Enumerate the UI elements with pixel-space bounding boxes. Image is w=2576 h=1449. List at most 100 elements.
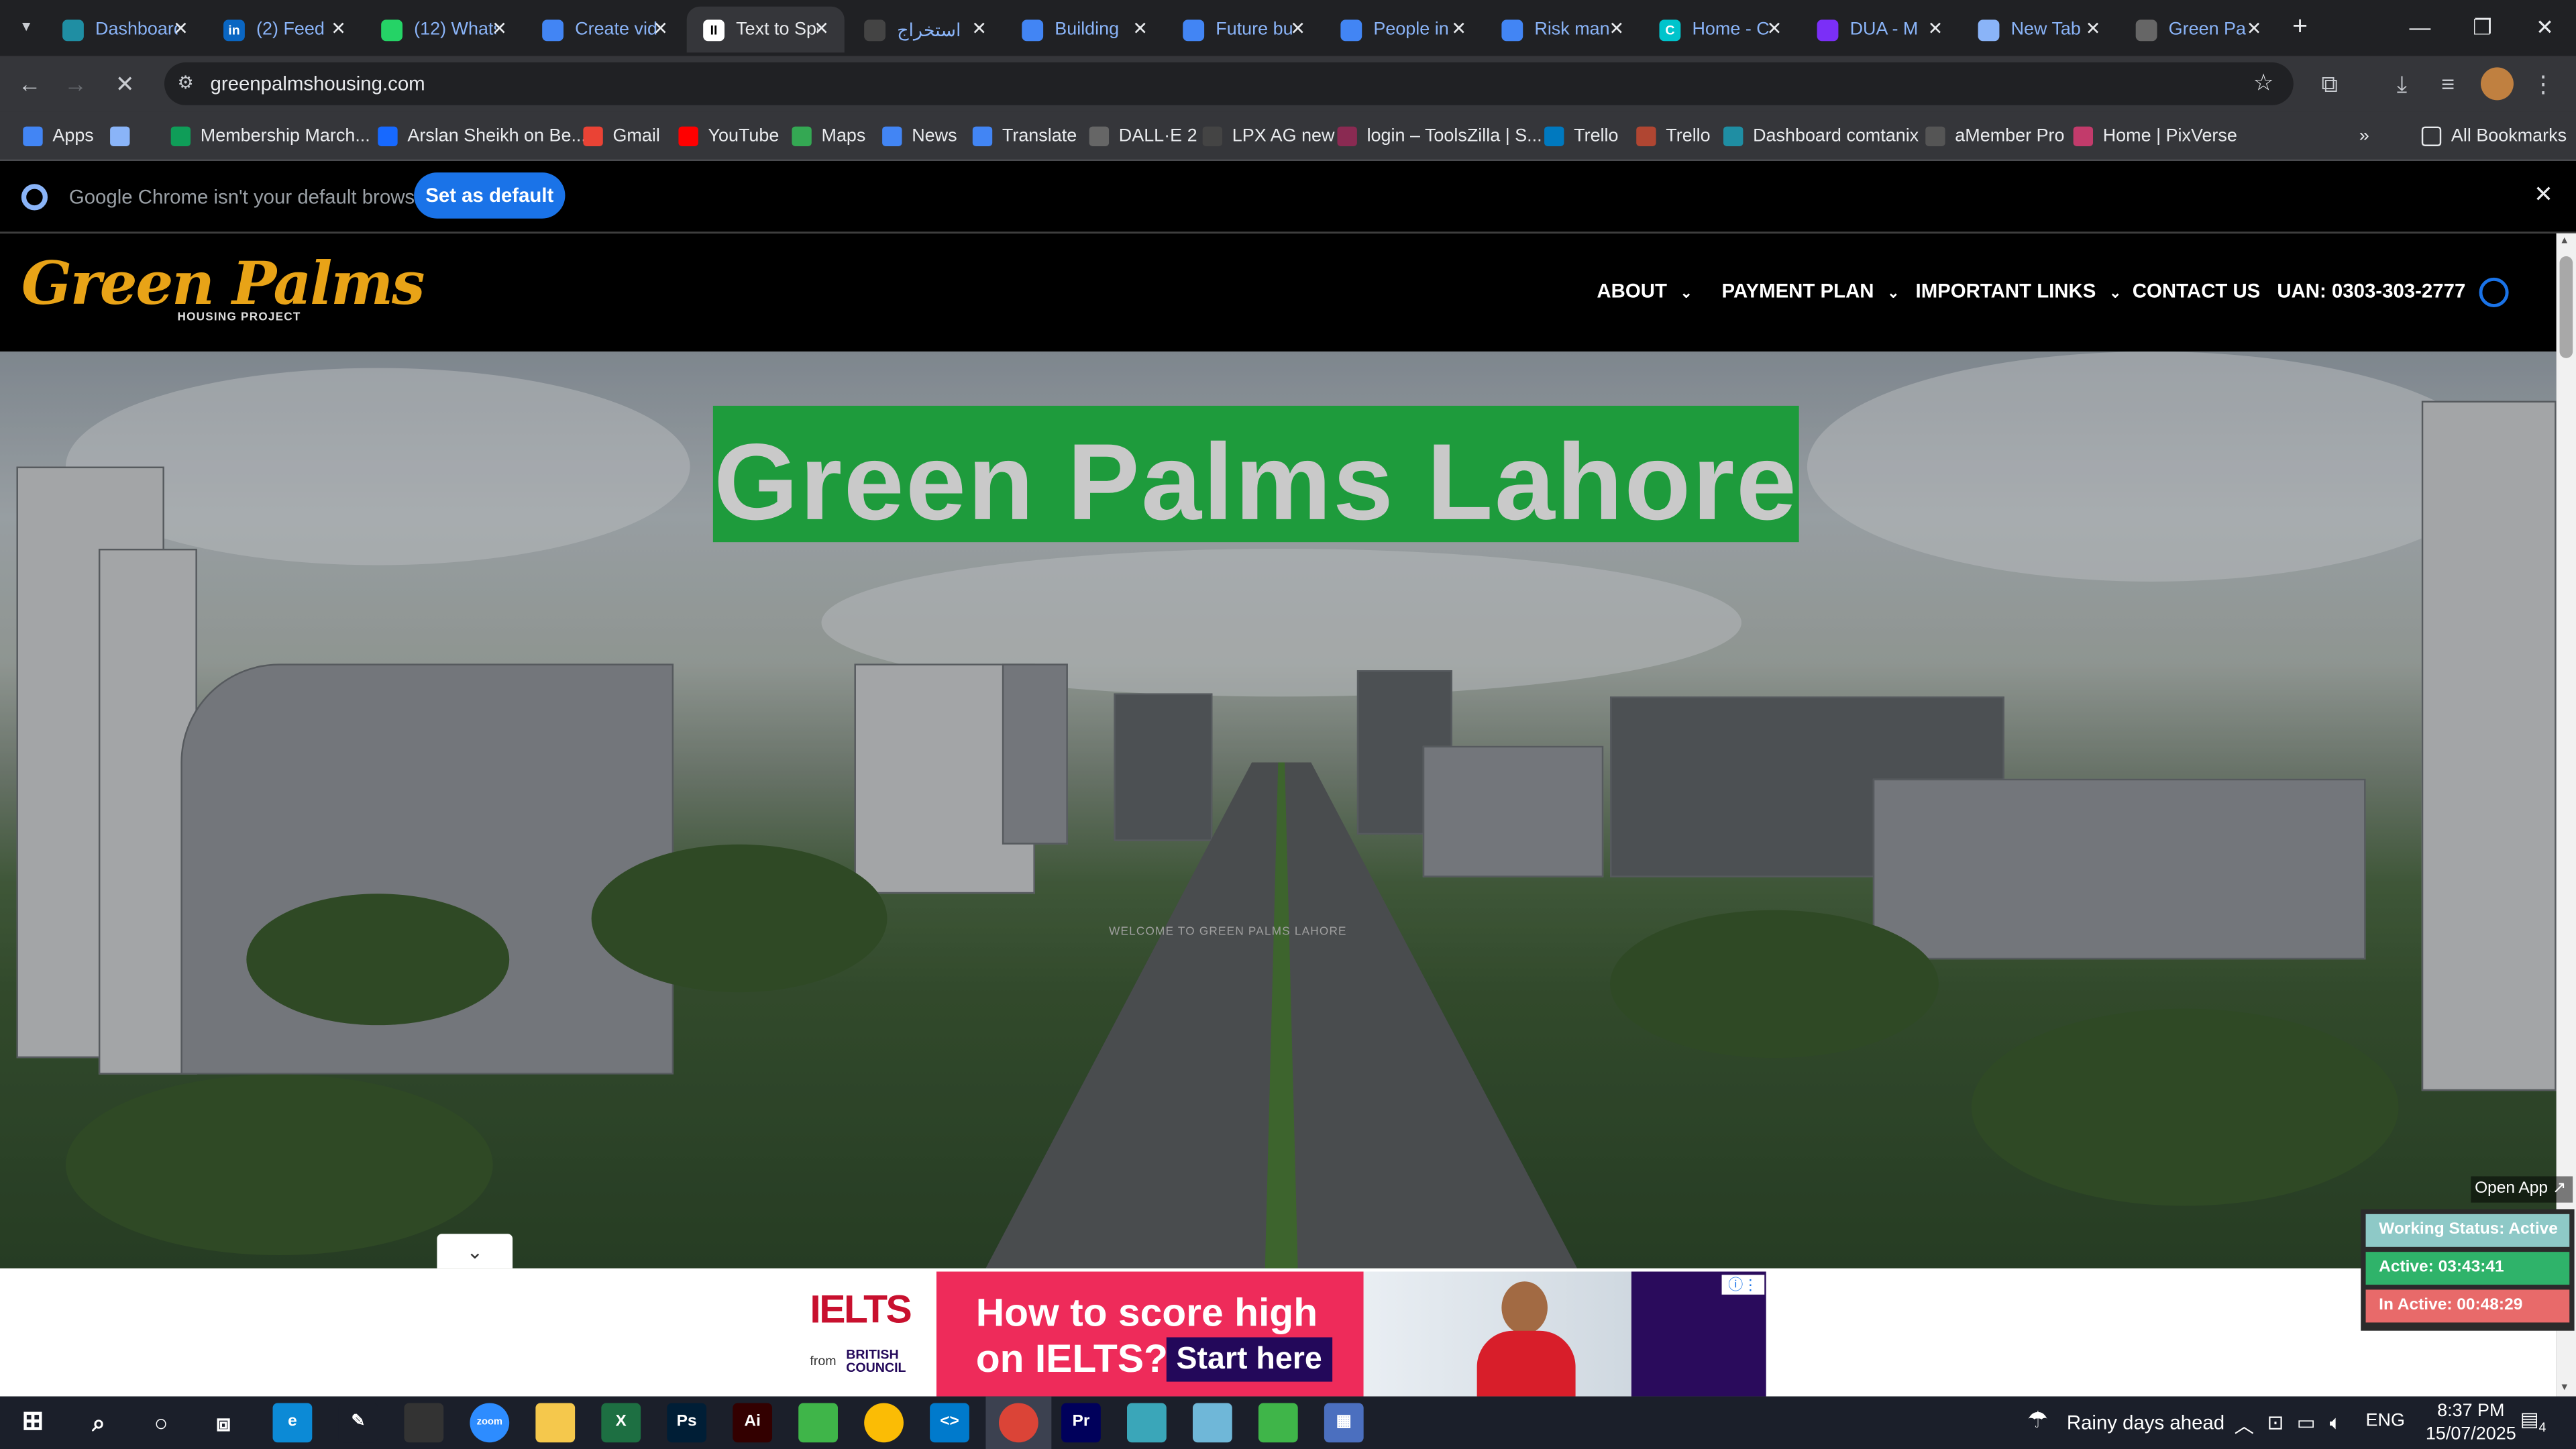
site-logo[interactable]: Green Palms <box>21 250 425 319</box>
close-tab-icon[interactable]: ✕ <box>1446 16 1472 42</box>
tab[interactable]: Create video✕ <box>526 7 684 53</box>
forward-icon[interactable]: → <box>59 67 92 100</box>
bookmark-item[interactable]: Gmail <box>583 123 660 150</box>
media-control-icon[interactable]: ≡ <box>2432 67 2465 100</box>
tab[interactable]: in (2) Feed ✕ <box>207 7 362 53</box>
more-bookmarks-icon[interactable]: » <box>2359 123 2369 150</box>
tab[interactable]: Risk man ✕ <box>1485 7 1640 53</box>
scroll-down-icon[interactable]: ▼ <box>2560 1383 2570 1393</box>
nav-contact-us[interactable]: CONTACT US <box>2133 279 2260 302</box>
bookmark-item[interactable]: Home | PixVerse <box>2073 123 2237 150</box>
teal-app-icon[interactable] <box>1127 1403 1167 1443</box>
ad-cta-button[interactable]: Start here <box>1166 1337 1332 1382</box>
tab[interactable]: Green Pa ✕ <box>2119 7 2277 53</box>
excel-icon[interactable]: X <box>601 1403 641 1443</box>
file-explorer-icon[interactable] <box>535 1403 576 1443</box>
bookmark-item[interactable]: Dashboard comtanix <box>1723 123 1919 150</box>
nav-important-links[interactable]: IMPORTANT LINKS ⌄ <box>1916 279 2122 302</box>
terminal-icon[interactable] <box>404 1403 444 1443</box>
user-account-icon[interactable] <box>2479 277 2509 307</box>
pen-icon[interactable]: ✎ <box>338 1403 378 1443</box>
vscode-icon[interactable]: <> <box>930 1403 969 1443</box>
display-icon[interactable]: ▭ <box>2297 1411 2316 1434</box>
task-view-icon[interactable]: ⧈ <box>204 1403 244 1442</box>
menu-icon[interactable]: ⋮ <box>2527 67 2560 100</box>
tab[interactable]: DUA - M ✕ <box>1801 7 1958 53</box>
nav-payment-plan[interactable]: PAYMENT PLAN ⌄ <box>1722 279 1900 302</box>
tray-chevron-icon[interactable]: ︿ <box>2235 1411 2254 1440</box>
bookmark-item[interactable]: Trello <box>1544 123 1619 150</box>
network-icon[interactable]: ⊡ <box>2267 1411 2284 1434</box>
weather-text[interactable]: Rainy days ahead <box>2067 1411 2224 1434</box>
all-bookmarks-button[interactable]: All Bookmarks <box>2421 123 2567 150</box>
edge-icon[interactable]: e <box>272 1403 313 1443</box>
premiere-icon[interactable]: Pr <box>1061 1403 1101 1443</box>
tab-search-icon[interactable]: ▾ <box>10 13 43 43</box>
close-tab-icon[interactable]: ✕ <box>1127 16 1153 42</box>
scrollbar-thumb[interactable] <box>2559 256 2573 358</box>
tab[interactable]: II Text to Speech✕ <box>686 6 845 53</box>
tab[interactable]: C Home - C ✕ <box>1643 7 1797 53</box>
tab[interactable]: Building ✕ <box>1006 7 1163 53</box>
close-tab-icon[interactable]: ✕ <box>1922 16 1948 42</box>
bookmark-item[interactable]: Arslan Sheikh on Be... <box>378 123 586 150</box>
extensions-icon[interactable]: ⧉ <box>2313 67 2346 100</box>
close-tab-icon[interactable]: ✕ <box>1285 16 1311 42</box>
bookmark-item[interactable]: Trello <box>1636 123 1711 150</box>
new-tab-button[interactable]: + <box>2284 11 2316 44</box>
scroll-up-icon[interactable]: ▲ <box>2560 237 2570 247</box>
ielts-ad-banner[interactable]: IELTS from BRITISH COUNCIL How to score … <box>787 1271 1766 1397</box>
close-tab-icon[interactable]: ✕ <box>1603 16 1629 42</box>
restore-icon[interactable]: ❐ <box>2451 0 2514 56</box>
notepad-icon[interactable] <box>1192 1403 1232 1443</box>
calculator-icon[interactable]: ▦ <box>1324 1403 1364 1443</box>
bookmark-item[interactable] <box>110 123 140 150</box>
nav-uan-phone[interactable]: UAN: 0303-303-2777 <box>2277 279 2465 302</box>
back-icon[interactable]: ← <box>13 67 46 100</box>
download-icon[interactable]: ⤓ <box>2385 67 2418 100</box>
close-tab-icon[interactable]: ✕ <box>647 16 674 42</box>
chevron-down-icon[interactable]: ⌄ <box>437 1234 513 1269</box>
green-app-2-icon[interactable] <box>1258 1403 1298 1443</box>
clock[interactable]: 8:37 PM 15/07/2025 <box>2422 1400 2520 1446</box>
green-app-icon[interactable] <box>798 1403 838 1443</box>
bookmark-item[interactable]: aMember Pro <box>1925 123 2065 150</box>
bookmark-item[interactable]: DALL·E 2 <box>1089 123 1197 150</box>
bookmark-item[interactable]: login – ToolsZilla | S... <box>1337 123 1542 150</box>
profile-avatar[interactable] <box>2480 67 2514 101</box>
language-indicator[interactable]: ENG <box>2366 1411 2405 1431</box>
bookmark-item[interactable]: LPX AG new <box>1202 123 1335 150</box>
close-tab-icon[interactable]: ✕ <box>1761 16 1787 42</box>
close-tab-icon[interactable]: ✕ <box>2241 16 2267 42</box>
close-window-icon[interactable]: ✕ <box>2514 0 2576 56</box>
notification-icon[interactable]: ▤4 <box>2520 1408 2553 1438</box>
tab[interactable]: استخراج ✕ <box>848 7 1002 53</box>
close-infobar-icon[interactable]: ✕ <box>2534 180 2553 209</box>
open-app-link[interactable]: Open App ↗ <box>2471 1176 2573 1203</box>
illustrator-icon[interactable]: Ai <box>733 1403 773 1443</box>
bookmark-item[interactable]: Apps <box>23 123 94 150</box>
search-icon[interactable]: ⌕ <box>79 1403 119 1442</box>
photoshop-icon[interactable]: Ps <box>667 1403 707 1443</box>
close-tab-icon[interactable]: ✕ <box>325 16 352 42</box>
windows-start-icon[interactable]: ⊞ <box>13 1403 53 1442</box>
bookmark-item[interactable]: Translate <box>972 123 1077 150</box>
url-text[interactable]: greenpalmshousing.com <box>210 72 425 95</box>
bookmark-star-icon[interactable]: ☆ <box>2253 69 2274 97</box>
bookmark-item[interactable]: Maps <box>792 123 865 150</box>
close-tab-icon[interactable]: ✕ <box>808 16 835 42</box>
chrome-active-icon[interactable] <box>998 1403 1038 1443</box>
set-default-button[interactable]: Set as default <box>414 172 566 219</box>
minimize-icon[interactable]: — <box>2389 0 2451 56</box>
tab[interactable]: Future bu ✕ <box>1167 7 1321 53</box>
bookmark-item[interactable]: Membership March... <box>170 123 370 150</box>
address-bar[interactable]: ⚙ greenpalmshousing.com ☆ <box>164 62 2294 105</box>
site-info-icon[interactable]: ⚙ <box>177 72 200 95</box>
bookmark-item[interactable]: News <box>882 123 957 150</box>
stop-loading-icon[interactable]: ✕ <box>109 67 142 100</box>
close-tab-icon[interactable]: ✕ <box>966 16 992 42</box>
zoom-icon[interactable]: zoom <box>470 1403 510 1443</box>
cortana-icon[interactable]: ○ <box>142 1403 181 1442</box>
ad-choices-icon[interactable]: ⓘ⋮ <box>1721 1275 1765 1295</box>
tab[interactable]: People in ✕ <box>1324 7 1482 53</box>
